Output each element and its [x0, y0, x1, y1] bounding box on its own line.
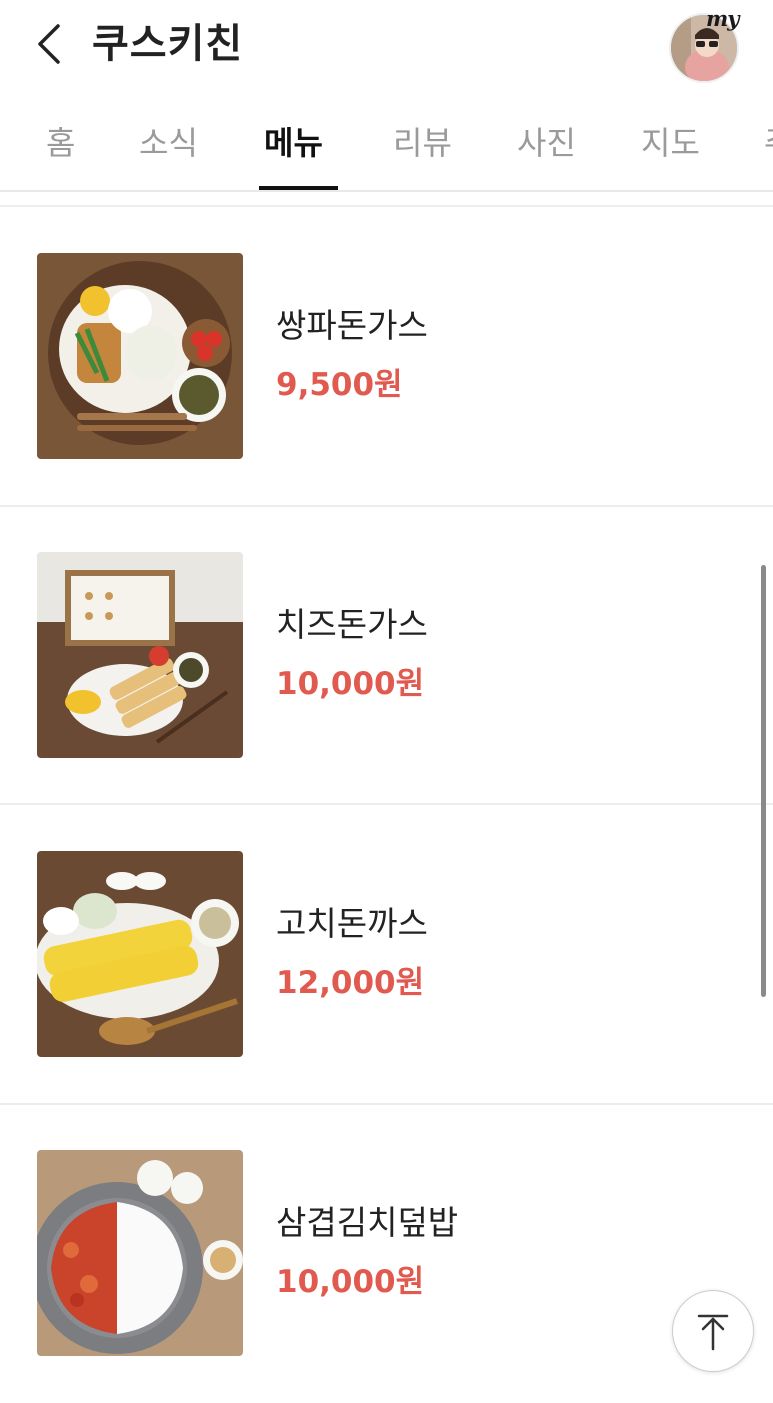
tab-map[interactable]: 지도 [641, 120, 700, 166]
menu-item-name: 삼겹김치덮밥 [276, 1203, 459, 1242]
tab-home[interactable]: 홈 [46, 120, 75, 166]
menu-item-name: 치즈돈가스 [276, 605, 428, 644]
menu-item[interactable]: 쌍파돈가스 9,500원 [0, 207, 773, 506]
scroll-to-top-button[interactable] [672, 1290, 754, 1372]
active-tab-indicator [259, 186, 338, 190]
menu-item-price: 10,000원 [276, 666, 425, 702]
tab-photos[interactable]: 사진 [517, 120, 576, 166]
menu-item[interactable]: 치즈돈가스 10,000원 [0, 506, 773, 805]
tab-more[interactable]: 주 [764, 120, 773, 166]
menu-item-photo [37, 851, 243, 1057]
menu-item-photo [37, 552, 243, 758]
back-button[interactable] [30, 22, 74, 66]
arrow-up-icon [697, 1314, 729, 1351]
menu-item[interactable]: 고치돈까스 12,000원 [0, 805, 773, 1104]
menu-item-price: 10,000원 [276, 1264, 425, 1300]
menu-item-photo [37, 1150, 243, 1356]
page-title: 쿠스키친 [92, 21, 244, 67]
menu-item-name: 쌍파돈가스 [276, 306, 428, 345]
menu-item-name: 고치돈까스 [276, 904, 428, 943]
tab-menu[interactable]: 메뉴 [264, 120, 323, 166]
menu-item-photo [37, 253, 243, 459]
menu-item[interactable]: 삼겹김치덮밥 10,000원 [0, 1104, 773, 1403]
menu-item-price: 12,000원 [276, 965, 425, 1001]
menu-item-price: 9,500원 [276, 367, 403, 403]
app-header: 쿠스키친 my [0, 0, 773, 95]
my-badge: my [706, 6, 739, 31]
tab-bar: 홈 소식 메뉴 리뷰 사진 지도 주 [0, 100, 773, 192]
chevron-left-icon [38, 24, 60, 64]
tab-news[interactable]: 소식 [139, 120, 198, 166]
scrollbar[interactable] [761, 565, 766, 997]
tab-reviews[interactable]: 리뷰 [393, 120, 452, 166]
